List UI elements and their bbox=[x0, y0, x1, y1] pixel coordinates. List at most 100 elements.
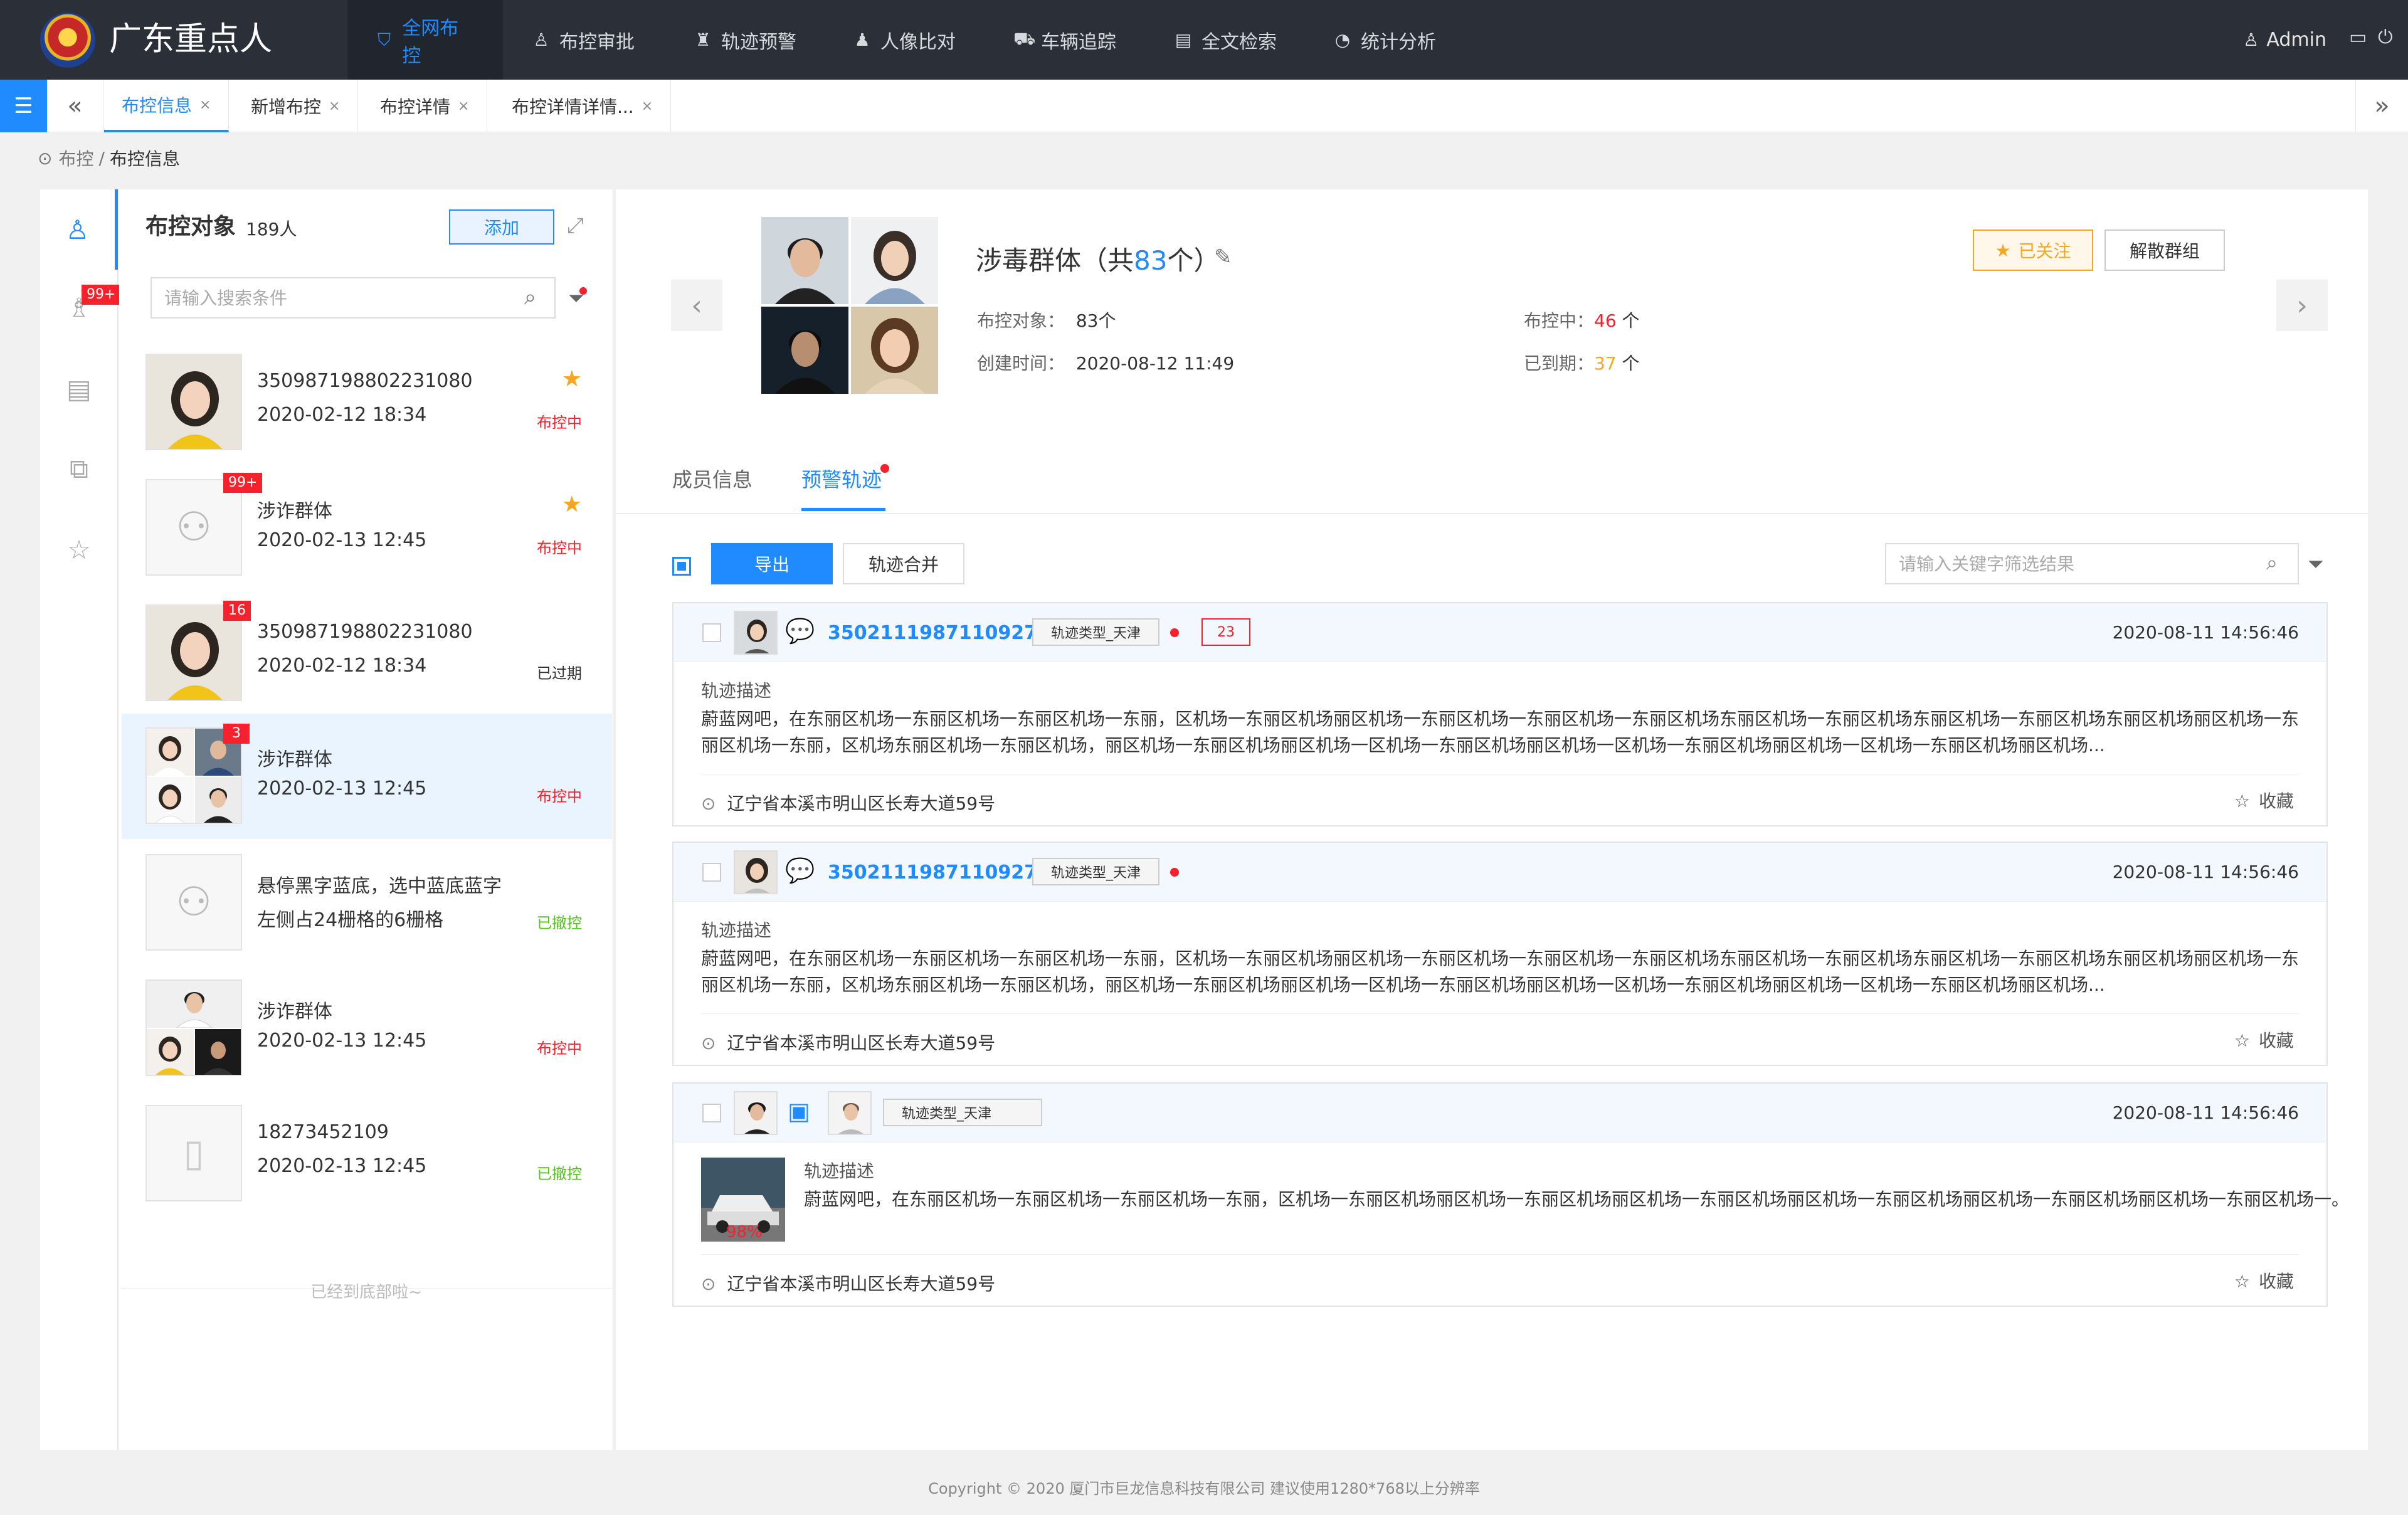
monitor-icon[interactable]: ▭ bbox=[2349, 26, 2367, 48]
next-group-button[interactable]: › bbox=[2276, 280, 2328, 331]
menu-toggle-button[interactable]: ☰ bbox=[0, 80, 47, 132]
meta-expired-label: 已到期： bbox=[1524, 353, 1595, 374]
export-button[interactable]: 导出 bbox=[711, 543, 833, 584]
tab-member-info[interactable]: 成员信息 bbox=[672, 464, 752, 493]
keyword-filter-input[interactable] bbox=[1899, 544, 2250, 583]
track-record: 💬 350211198711092734 轨迹类型_天津 23 2020-08-… bbox=[672, 602, 2328, 826]
meta-active: 布控中：46 个 bbox=[1524, 307, 1640, 332]
nav-label: 统计分析 bbox=[1361, 31, 1436, 53]
item-time: 2020-02-13 12:45 bbox=[257, 529, 427, 551]
list-category-icon[interactable]: ▤ bbox=[40, 349, 118, 429]
person-avatar[interactable] bbox=[734, 1091, 778, 1135]
filter-icon[interactable]: ⏷ bbox=[2308, 552, 2324, 576]
record-checkbox[interactable] bbox=[702, 623, 721, 642]
tabs-scroll-left-icon[interactable]: « bbox=[47, 80, 103, 132]
list-item[interactable]: 涉诈群体 2020-02-13 12:45 布控中 bbox=[122, 966, 612, 1091]
footer-copyright: Copyright © 2020 厦门市巨龙信息科技有限公司 建议使用1280*… bbox=[928, 1480, 1480, 1497]
favorite-label: 收藏 bbox=[2258, 1271, 2294, 1292]
person-category-icon[interactable]: ♙ bbox=[40, 189, 118, 270]
favorite-label: 收藏 bbox=[2258, 791, 2294, 811]
favorite-category-icon[interactable]: ☆ bbox=[40, 509, 118, 589]
group-title: 涉毒群体（共83个） bbox=[976, 240, 1220, 278]
select-all-checkbox[interactable] bbox=[672, 557, 691, 576]
search-icon[interactable]: ⌕ bbox=[2266, 551, 2278, 575]
tab-alert-track[interactable]: 预警轨迹 bbox=[801, 464, 882, 493]
list-title: 布控对象 bbox=[145, 214, 236, 240]
item-name: 涉诈群体 bbox=[257, 749, 332, 771]
copy-category-icon[interactable]: ⧉ bbox=[40, 429, 118, 509]
nav-item-statistics[interactable]: ◔ 统计分析 bbox=[1306, 0, 1464, 80]
add-button[interactable]: 添加 bbox=[449, 209, 554, 245]
power-icon[interactable]: ⏻ bbox=[2378, 26, 2393, 48]
location-pin-icon: ⊙ bbox=[701, 1033, 716, 1053]
nav-item-approval[interactable]: ♙ 布控审批 bbox=[504, 0, 662, 80]
person-photo bbox=[145, 354, 242, 450]
merge-tracks-button[interactable]: 轨迹合并 bbox=[843, 543, 964, 584]
alarm-icon: ♜ bbox=[695, 29, 711, 50]
item-time: 2020-02-12 18:34 bbox=[257, 404, 427, 426]
user-menu[interactable]: ♙ Admin bbox=[2243, 0, 2326, 80]
nav-item-track-alert[interactable]: ♜ 轨迹预警 bbox=[666, 0, 824, 80]
tab-control-detail-detail[interactable]: 布控详情详情... × bbox=[494, 80, 672, 132]
list-item-selected[interactable]: 3 涉诈群体 2020-02-13 12:45 布控中 bbox=[122, 714, 612, 839]
list-count: 189人 bbox=[246, 219, 297, 240]
record-desc-line1: 蔚蓝网吧，在东丽区机场一东丽区机场一东丽区机场一东丽，区机场一东丽区机场丽区机场… bbox=[804, 1189, 2350, 1210]
nav-label: 轨迹预警 bbox=[721, 31, 796, 53]
track-type-tag: 轨迹类型_天津 bbox=[1032, 618, 1160, 646]
favorite-button[interactable]: ☆ 收藏 bbox=[2234, 1268, 2294, 1293]
expand-icon[interactable]: ⤢ bbox=[567, 213, 584, 238]
tab-control-info[interactable]: 布控信息 × bbox=[104, 80, 230, 132]
close-icon[interactable]: × bbox=[329, 98, 340, 114]
item-time: 2020-02-13 12:45 bbox=[257, 1155, 427, 1177]
list-item[interactable]: 16 350987198802231080 2020-02-12 18:34 已… bbox=[122, 591, 612, 716]
item-name: 悬停黑字蓝底，选中蓝底蓝字 bbox=[257, 875, 502, 897]
track-record: ▣ 轨迹类型_天津 2020-08-11 14:56:46 98% 轨迹描述 蔚… bbox=[672, 1082, 2349, 1307]
favorite-label: 收藏 bbox=[2258, 1030, 2294, 1051]
record-checkbox[interactable] bbox=[702, 1104, 721, 1122]
record-id-link[interactable]: 350211198711092734 bbox=[828, 622, 1064, 644]
record-desc-label: 轨迹描述 bbox=[701, 680, 772, 701]
list-item[interactable]: ⚇ 悬停黑字蓝底，选中蓝底蓝字 左侧占24栅格的6栅格 已撤控 bbox=[122, 840, 612, 966]
close-icon[interactable]: × bbox=[458, 98, 469, 114]
favorite-button[interactable]: ☆ 收藏 bbox=[2234, 788, 2294, 813]
person-avatar[interactable] bbox=[734, 850, 778, 894]
tab-new-control[interactable]: 新增布控 × bbox=[233, 80, 359, 132]
meta-objects-label: 布控对象： bbox=[977, 310, 1065, 331]
close-icon[interactable]: × bbox=[199, 97, 211, 113]
portrait-icon: ♟ bbox=[854, 29, 870, 50]
record-checkbox[interactable] bbox=[702, 863, 721, 882]
edit-icon[interactable]: ✎ bbox=[1214, 245, 1232, 270]
disband-group-button[interactable]: 解散群组 bbox=[2104, 230, 2225, 271]
star-icon[interactable]: ★ bbox=[562, 366, 582, 392]
list-item[interactable]: ▯ 18273452109 2020-02-13 12:45 已撤控 bbox=[122, 1091, 612, 1217]
meta-active-label: 布控中： bbox=[1524, 310, 1595, 331]
track-type-tag: 轨迹类型_天津 bbox=[883, 1099, 1042, 1126]
record-time: 2020-08-11 14:56:46 bbox=[2112, 622, 2299, 643]
breadcrumb-root[interactable]: 布控 bbox=[58, 145, 93, 171]
favorite-button[interactable]: ☆ 收藏 bbox=[2234, 1027, 2294, 1052]
shield-icon: ⛉ bbox=[378, 29, 391, 50]
item-id: 350987198802231080 bbox=[257, 370, 473, 392]
count-badge: 99+ bbox=[223, 473, 263, 493]
record-id-link[interactable]: 350211198711092734 bbox=[828, 862, 1064, 884]
tabs-scroll-right-icon[interactable]: » bbox=[2355, 80, 2408, 132]
list-item[interactable]: ⚇ 99+ 涉诈群体 2020-02-13 12:45 ★ 布控中 bbox=[122, 465, 612, 591]
nav-item-vehicle-tracking[interactable]: ⛟ 车辆追踪 bbox=[986, 0, 1144, 80]
matched-person-avatar[interactable] bbox=[828, 1091, 872, 1135]
group-category-icon[interactable]: ♗ bbox=[40, 267, 118, 347]
previous-group-button[interactable]: ‹ bbox=[671, 280, 722, 331]
close-icon[interactable]: × bbox=[642, 98, 653, 114]
nav-item-network-control[interactable]: ⛉ 全网布控 bbox=[347, 0, 503, 80]
list-item[interactable]: 350987198802231080 2020-02-12 18:34 ★ 布控… bbox=[122, 340, 612, 465]
item-time: 2020-02-13 12:45 bbox=[257, 1030, 427, 1052]
follow-button[interactable]: ★ 已关注 bbox=[1973, 230, 2093, 271]
search-input[interactable] bbox=[164, 278, 515, 317]
tab-control-detail[interactable]: 布控详情 × bbox=[362, 80, 488, 132]
group-placeholder-icon: ⚇ bbox=[145, 854, 242, 951]
star-icon[interactable]: ★ bbox=[562, 492, 582, 517]
location-text: 辽宁省本溪市明山区长寿大道59号 bbox=[727, 1033, 996, 1053]
search-icon[interactable]: ⌕ bbox=[524, 285, 536, 310]
nav-item-portrait-compare[interactable]: ♟ 人像比对 bbox=[825, 0, 983, 80]
person-avatar[interactable] bbox=[734, 611, 778, 655]
nav-item-fulltext-search[interactable]: ▤ 全文检索 bbox=[1146, 0, 1304, 80]
